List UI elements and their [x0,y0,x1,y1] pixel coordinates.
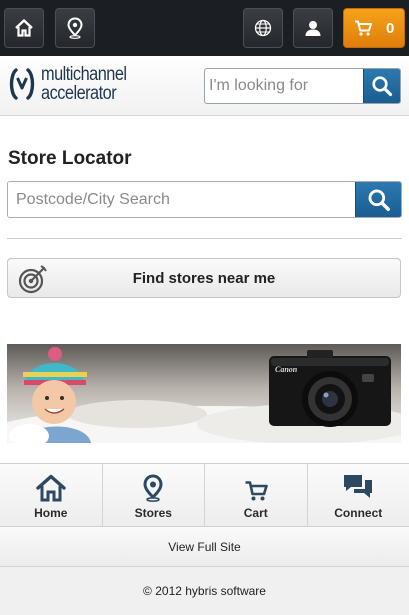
language-button[interactable] [243,8,283,48]
home-icon [36,474,66,502]
header-search-button[interactable] [363,69,400,103]
site-logo[interactable]: multichannel accelerator [7,65,140,103]
header-search [204,68,401,104]
home-icon [15,19,33,37]
nav-stores-label: Stores [134,506,172,520]
location-pin-icon [67,17,83,39]
nav-home[interactable]: Home [0,464,103,526]
page-title: Store Locator [8,148,132,169]
logo-mark-icon [9,68,35,100]
store-search-button[interactable] [355,182,401,217]
top-bar: 0 [0,0,409,56]
store-search [7,181,402,218]
site-header: multichannel accelerator [0,56,409,116]
find-stores-near-me-button[interactable]: Find stores near me [7,258,401,298]
nav-cart[interactable]: Cart [205,464,308,526]
store-search-input[interactable] [8,182,355,217]
logo-line2: accelerator [41,83,117,104]
camera-brand: Canon [275,365,298,374]
user-icon [305,21,321,36]
cart-icon [245,481,268,501]
footer-copyright: © 2012 hybris software [0,567,409,615]
location-pin-icon [143,474,163,502]
divider [7,238,402,239]
view-full-site-link[interactable]: View Full Site [0,527,409,567]
nav-cart-label: Cart [243,506,268,520]
logo-line1: multichannel [41,64,127,85]
cart-count: 0 [386,19,395,37]
account-button[interactable] [293,8,333,48]
search-icon [368,189,390,211]
globe-icon [254,19,272,37]
find-stores-label: Find stores near me [132,269,276,287]
search-icon [372,76,393,97]
mini-cart-button[interactable]: 0 [343,8,405,48]
promo-banner-image: Canon [7,344,401,443]
target-icon [18,265,47,294]
bottom-navigation: Home Stores Cart Connect [0,463,409,527]
promo-banner[interactable]: Canon [7,344,401,443]
cart-icon [355,20,372,36]
store-finder-button[interactable] [55,8,95,48]
chat-icon [344,475,373,498]
nav-stores[interactable]: Stores [103,464,205,526]
header-search-input[interactable] [205,69,363,103]
nav-connect-label: Connect [334,506,383,520]
nav-connect[interactable]: Connect [308,464,409,526]
logo-text: multichannel accelerator [41,65,127,103]
nav-home-label: Home [34,506,68,520]
home-button[interactable] [4,8,44,48]
